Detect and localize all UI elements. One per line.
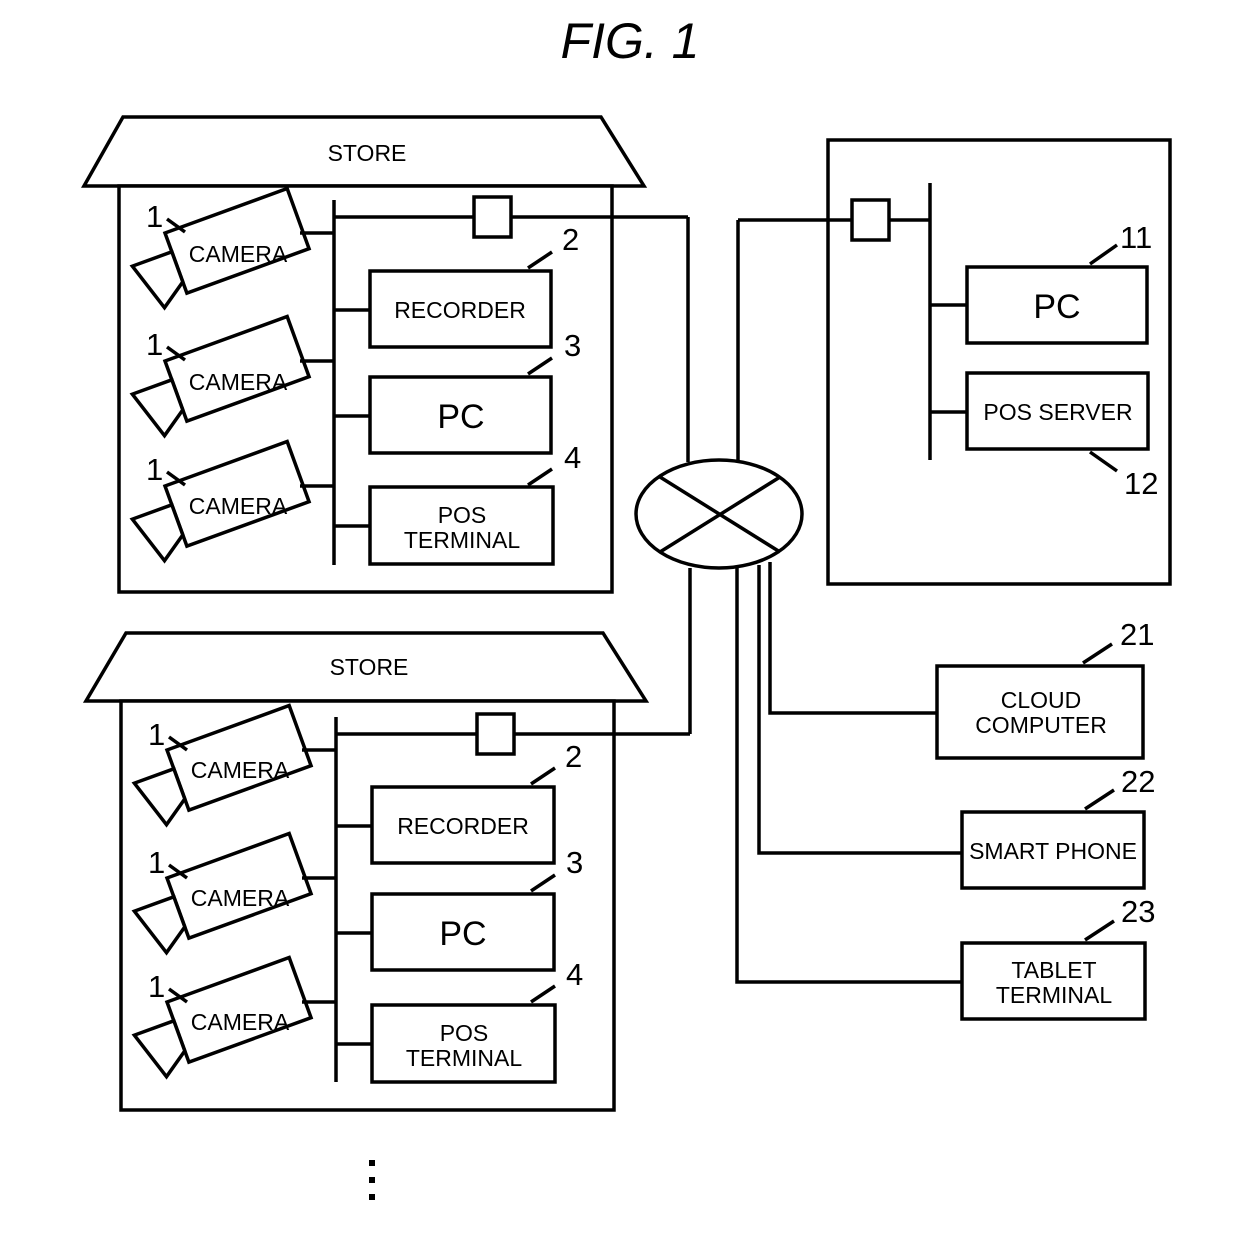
pos-server-ref: 12 (1124, 466, 1158, 501)
pos-terminal-ref: 4 (564, 440, 581, 475)
hq-pc-ref: 11 (1120, 220, 1152, 255)
leader-line (1082, 642, 1113, 665)
pc-ref: 3 (564, 328, 581, 363)
pos-terminal-label-line2: TERMINAL (406, 1045, 523, 1071)
recorder-label: RECORDER (394, 297, 526, 323)
more-stores-ellipsis-icon (369, 1160, 375, 1200)
recorder-ref: 2 (565, 739, 582, 774)
camera-ref: 1 (146, 327, 163, 362)
pos-terminal-label-line2: TERMINAL (404, 527, 521, 553)
camera-ref: 1 (148, 845, 165, 880)
store-router (472, 195, 513, 239)
pc-label: PC (439, 915, 486, 953)
network-hub (634, 217, 804, 734)
smart-phone-label: SMART PHONE (969, 838, 1137, 864)
hq-router (850, 198, 891, 242)
pos-terminal-label-line1: POS (438, 502, 487, 528)
store-2: STORE CAMERA 1 CAMERA 1 CAMERA 1 RECORDE… (82, 631, 690, 1112)
camera-ref: 1 (148, 717, 165, 752)
camera-label: CAMERA (191, 1009, 290, 1035)
pc-ref: 3 (566, 845, 583, 880)
camera-label: CAMERA (191, 757, 290, 783)
pc-label: PC (437, 398, 484, 436)
store-label: STORE (330, 654, 409, 680)
cloud-computer-label-line2: COMPUTER (975, 712, 1107, 738)
smart-phone-ref: 22 (1121, 764, 1155, 799)
camera-ref: 1 (146, 452, 163, 487)
store-router (475, 712, 516, 756)
cloud-computer: CLOUD COMPUTER 21 (768, 562, 1154, 760)
tablet-terminal-label-line1: TABLET (1011, 957, 1096, 983)
tablet-terminal: TABLET TERMINAL 23 (735, 567, 1155, 1021)
pos-terminal-label-line1: POS (440, 1020, 489, 1046)
leader-line (1084, 788, 1115, 811)
cloud-computer-ref: 21 (1120, 617, 1154, 652)
cloud-computer-label-line1: CLOUD (1001, 687, 1082, 713)
store-1: STORE CAMERA 1 CAMERA 1 CAMERA 1 RECORDE… (81, 115, 688, 594)
camera-label: CAMERA (189, 369, 288, 395)
pos-server-label: POS SERVER (983, 399, 1132, 425)
pos-terminal-ref: 4 (566, 957, 583, 992)
store-label: STORE (328, 140, 407, 166)
tablet-terminal-label-line2: TERMINAL (996, 982, 1113, 1008)
smart-phone-link (757, 565, 962, 855)
recorder-ref: 2 (562, 222, 579, 257)
camera-ref: 1 (148, 969, 165, 1004)
recorder-label: RECORDER (397, 813, 529, 839)
leader-line (1084, 919, 1115, 942)
figure-title: FIG. 1 (561, 13, 700, 69)
camera-ref: 1 (146, 199, 163, 234)
camera-label: CAMERA (191, 885, 290, 911)
camera-label: CAMERA (189, 241, 288, 267)
hq-pc-label: PC (1033, 288, 1080, 326)
system-diagram: FIG. 1 STORE CAMERA 1 CAMERA 1 CAMERA 1 … (81, 13, 1172, 1200)
camera-label: CAMERA (189, 493, 288, 519)
tablet-terminal-ref: 23 (1121, 894, 1155, 929)
